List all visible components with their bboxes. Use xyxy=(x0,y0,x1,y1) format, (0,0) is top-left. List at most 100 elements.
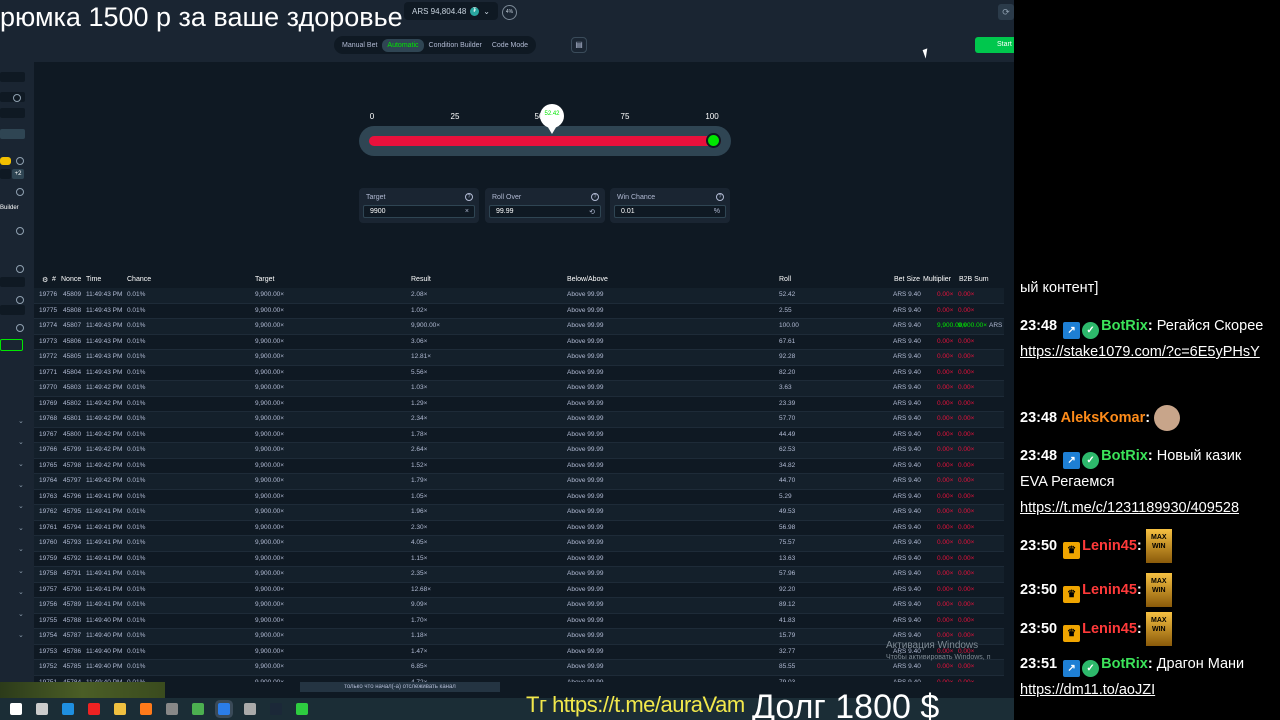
plus-two-button[interactable]: +2 xyxy=(12,169,24,179)
sidebar-field[interactable] xyxy=(0,72,25,82)
table-row[interactable]: 19772 45805 11:49:43 PM 0.01% 9,900.00× 12.81… xyxy=(34,350,1004,366)
app-icon[interactable] xyxy=(166,703,178,715)
table-row[interactable]: 19770 45803 11:49:42 PM 0.01% 9,900.00× 1.03×… xyxy=(34,381,1004,397)
cell-b2b: 0.00× xyxy=(958,663,975,670)
cell-b2b: 0.00× xyxy=(958,492,975,500)
windows-start-icon[interactable] xyxy=(10,703,22,715)
settings-gear-icon[interactable]: ⚙ xyxy=(42,276,48,284)
edge-icon[interactable] xyxy=(62,703,74,715)
calculator-icon[interactable]: ▤ xyxy=(571,37,587,53)
table-row[interactable]: 19764 45797 11:49:42 PM 0.01% 9,900.00× 1.79×… xyxy=(34,474,1004,490)
chevron-down-icon[interactable]: ⌄ xyxy=(18,545,24,553)
chevron-down-icon[interactable]: ⌄ xyxy=(18,481,24,489)
table-row[interactable]: 19763 45796 11:49:41 PM 0.01% 9,900.00× 1.05×… xyxy=(34,490,1004,505)
crown-badge-icon: ♛ xyxy=(1063,585,1081,603)
stop-on-profit-field[interactable] xyxy=(0,339,23,351)
cell-ba: Above 99.99 xyxy=(567,632,604,639)
table-row[interactable]: 19751 45784 11:49:40 PM 0.01% 9,900.00× 4.72×… xyxy=(34,676,1004,683)
toggle-switch[interactable] xyxy=(0,157,11,165)
tab-code-mode[interactable]: Code Mode xyxy=(487,39,533,52)
table-row[interactable]: 19765 45798 11:49:42 PM 0.01% 9,900.00× 1.52×… xyxy=(34,459,1004,474)
tab-manual-bet[interactable]: Manual Bet xyxy=(337,39,382,52)
table-row[interactable]: 19775 45808 11:49:43 PM 0.01% 9,900.00× 1.02×… xyxy=(34,304,1004,319)
balance-display[interactable]: ARS 94,804.48 ₮ ⌄ xyxy=(404,2,498,20)
chevron-down-icon[interactable]: ⌄ xyxy=(18,460,24,468)
settings-icon[interactable] xyxy=(13,94,21,102)
sidebar-field[interactable] xyxy=(0,108,25,118)
chat-link[interactable]: https://t.me/c/1231189930/409528 xyxy=(1020,500,1239,516)
chat-username[interactable]: AleksKomar xyxy=(1061,410,1146,426)
chat-link[interactable]: https://stake1079.com/?c=6E5yPHsY xyxy=(1020,344,1260,360)
table-row[interactable]: 19771 45804 11:49:43 PM 0.01% 9,900.00× 5.56×… xyxy=(34,366,1004,381)
chat-username[interactable]: Lenin45 xyxy=(1082,538,1137,554)
table-row[interactable]: 19776 45809 11:49:43 PM 0.01% 9,900.00× 2.08×… xyxy=(34,288,1004,304)
table-row[interactable]: 19767 45800 11:49:42 PM 0.01% 9,900.00× 1.78×… xyxy=(34,428,1004,443)
table-row[interactable]: 19769 45802 11:49:42 PM 0.01% 9,900.00× 1.29×… xyxy=(34,397,1004,412)
tab-automatic[interactable]: Automatic xyxy=(382,38,424,52)
table-row[interactable]: 19768 45801 11:49:42 PM 0.01% 9,900.00× 2.34×… xyxy=(34,412,1004,428)
cell-ba: Above 99.99 xyxy=(567,291,604,298)
chat-link[interactable]: https://dm11.to/aoJZI xyxy=(1020,682,1155,698)
table-row[interactable]: 19756 45789 11:49:41 PM 0.01% 9,900.00× 9.09×… xyxy=(34,598,1004,614)
table-row[interactable]: 19759 45792 11:49:41 PM 0.01% 9,900.00× 1.15×… xyxy=(34,552,1004,567)
multiplier-icon: × xyxy=(464,208,469,215)
start-autobet-button[interactable]: Start xyxy=(975,37,1014,53)
sidebar-active-field[interactable] xyxy=(0,129,25,139)
opera-icon[interactable] xyxy=(88,703,100,715)
file-explorer-icon[interactable] xyxy=(114,703,126,715)
game-icon[interactable] xyxy=(244,703,256,715)
sidebar-field[interactable] xyxy=(0,277,25,287)
table-row[interactable]: 19755 45788 11:49:40 PM 0.01% 9,900.00× 1.70×… xyxy=(34,614,1004,629)
cell-roll: 62.53 xyxy=(779,446,796,453)
table-row[interactable]: 19766 45799 11:49:42 PM 0.01% 9,900.00× 2.64×… xyxy=(34,443,1004,459)
roll-over-stat: Roll Over ? 99.99 ⟲ xyxy=(485,188,605,223)
chat-username[interactable]: BotRix xyxy=(1101,448,1148,464)
table-row[interactable]: 19752 45785 11:49:40 PM 0.01% 9,900.00× 6.85×… xyxy=(34,660,1004,676)
aura-icon[interactable] xyxy=(296,703,308,715)
slider-handle[interactable] xyxy=(706,133,721,148)
cell-target: 9,900.00× xyxy=(255,415,285,422)
chevron-down-icon[interactable]: ⌄ xyxy=(18,610,24,618)
firefox-icon[interactable] xyxy=(140,703,152,715)
table-row[interactable]: 19758 45791 11:49:41 PM 0.01% 9,900.00× 2.35×… xyxy=(34,567,1004,583)
chat-time: 23:50 xyxy=(1020,581,1058,598)
chevron-down-icon[interactable]: ⌄ xyxy=(18,631,24,639)
chevron-down-icon[interactable]: ⌄ xyxy=(18,438,24,446)
chrome-icon[interactable] xyxy=(192,703,204,715)
table-row[interactable]: 19757 45790 11:49:41 PM 0.01% 9,900.00× 12.68… xyxy=(34,583,1004,598)
mail-icon[interactable] xyxy=(218,703,230,715)
table-row[interactable]: 19760 45793 11:49:41 PM 0.01% 9,900.00× 4.05×… xyxy=(34,536,1004,552)
cell-b2b: 0.00× xyxy=(958,399,975,407)
chevron-down-icon[interactable]: ⌄ xyxy=(18,588,24,596)
table-row[interactable]: 19773 45806 11:49:43 PM 0.01% 9,900.00× 3.06×… xyxy=(34,335,1004,350)
cell-bet: ARS 9.40 xyxy=(893,306,921,314)
sidebar-field[interactable] xyxy=(0,169,11,179)
cell-b2b: 0.00× xyxy=(958,678,975,683)
chat-username[interactable]: BotRix xyxy=(1101,656,1148,672)
win-chance-input[interactable]: 0.01 % xyxy=(614,205,726,218)
table-row[interactable]: 19754 45787 11:49:40 PM 0.01% 9,900.00× 1.18×… xyxy=(34,629,1004,645)
table-row[interactable]: 19761 45794 11:49:41 PM 0.01% 9,900.00× 2.30×… xyxy=(34,521,1004,536)
chat-username[interactable]: Lenin45 xyxy=(1082,582,1137,598)
chevron-down-icon[interactable]: ⌄ xyxy=(18,417,24,425)
chat-username[interactable]: BotRix xyxy=(1101,318,1148,334)
sidebar-field[interactable] xyxy=(0,305,25,315)
chat-username[interactable]: Lenin45 xyxy=(1082,621,1137,637)
tab-condition-builder[interactable]: Condition Builder xyxy=(424,39,487,52)
chevron-down-icon[interactable]: ⌄ xyxy=(18,524,24,532)
task-view-icon[interactable] xyxy=(36,703,48,715)
steam-icon[interactable] xyxy=(270,703,282,715)
swap-icon[interactable]: ⟲ xyxy=(589,208,595,216)
condition-builder-fragment[interactable]: Builder xyxy=(0,205,19,211)
roll-over-value: 99.99 xyxy=(496,208,514,215)
chevron-down-icon[interactable]: ⌄ xyxy=(18,502,24,510)
table-row[interactable]: 19762 45795 11:49:41 PM 0.01% 9,900.00× 1.96×… xyxy=(34,505,1004,521)
cell-id: 19767 xyxy=(39,430,58,438)
chevron-down-icon: ⌄ xyxy=(483,6,490,16)
chevron-down-icon[interactable]: ⌄ xyxy=(18,567,24,575)
roll-over-input[interactable]: 99.99 ⟲ xyxy=(489,205,601,218)
table-row[interactable]: 19753 45786 11:49:40 PM 0.01% 9,900.00× 1.47×… xyxy=(34,645,1004,660)
refresh-button[interactable]: ⟳ xyxy=(998,4,1014,20)
target-input[interactable]: 9900 × xyxy=(363,205,475,218)
table-row[interactable]: 19774 45807 11:49:43 PM 0.01% 9,900.00× 9,900… xyxy=(34,319,1004,335)
